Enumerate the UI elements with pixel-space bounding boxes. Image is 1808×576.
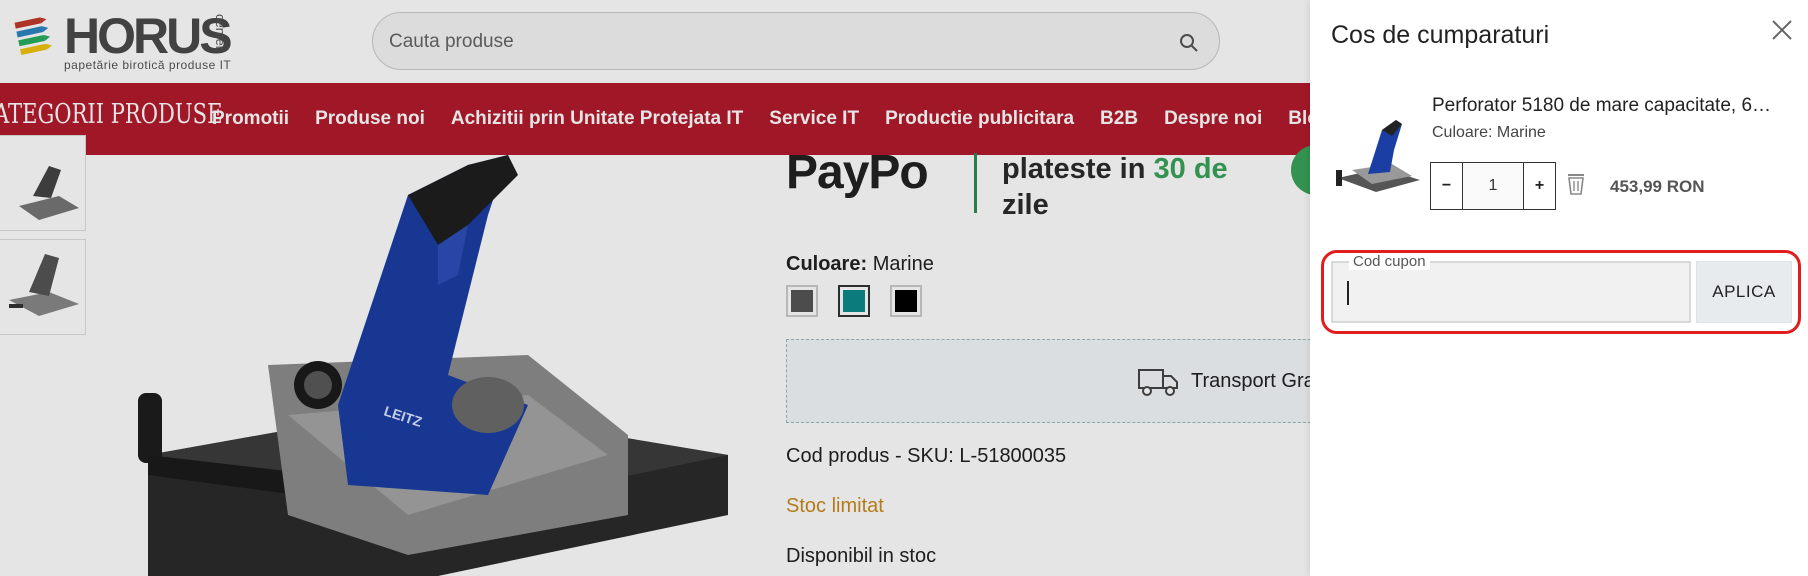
cart-item-title[interactable]: Perforator 5180 de mare capacitate, 65 c… [1432, 95, 1772, 117]
decrement-button[interactable]: − [1431, 163, 1462, 209]
coupon-label: Cod cupon [1349, 254, 1430, 270]
quantity-value[interactable]: 1 [1462, 163, 1524, 209]
cart-item-image[interactable] [1332, 110, 1426, 210]
coupon-input[interactable]: Cod cupon [1331, 254, 1691, 323]
increment-button[interactable]: + [1524, 163, 1555, 209]
apply-coupon-button[interactable]: APLICA [1696, 261, 1792, 323]
text-cursor [1347, 281, 1349, 305]
cart-item-price: 453,99 RON [1610, 177, 1705, 196]
cart-title: Cos de cumparaturi [1331, 21, 1550, 49]
cart-drawer: Cos de cumparaturi Perforator 5180 de ma… [1310, 0, 1808, 576]
page-overlay[interactable] [0, 0, 1310, 576]
trash-icon[interactable] [1565, 172, 1587, 196]
quantity-stepper: − 1 + [1430, 162, 1556, 210]
close-icon[interactable] [1768, 16, 1796, 44]
cart-item-variant: Culoare: Marine [1432, 124, 1546, 141]
